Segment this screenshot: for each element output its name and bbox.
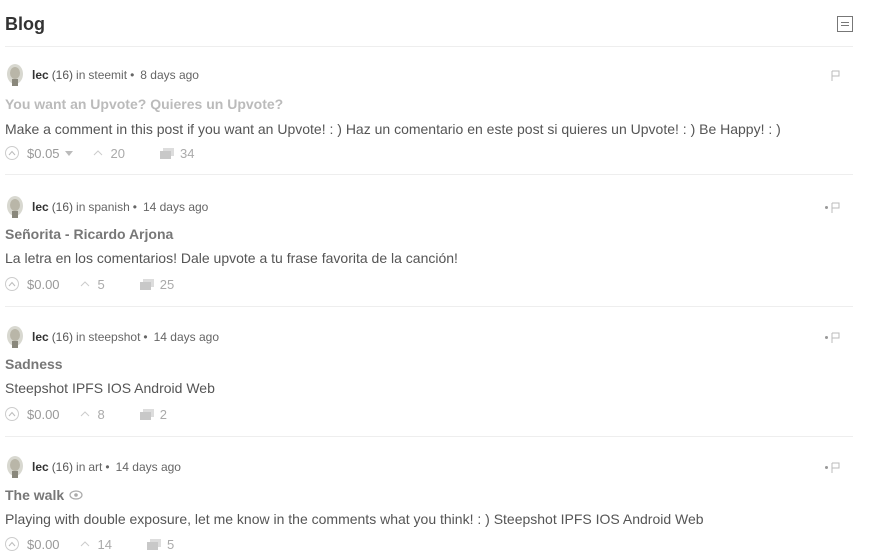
payout-value[interactable]: $0.00 xyxy=(27,407,60,422)
dot-icon xyxy=(825,206,828,209)
author-reputation: (16) xyxy=(51,200,74,214)
post-body[interactable]: Playing with double exposure, let me kno… xyxy=(5,510,704,528)
post-title[interactable]: Señorita - Ricardo Arjona xyxy=(5,225,173,243)
upvote-icon[interactable] xyxy=(5,277,19,291)
blog-header: Blog xyxy=(5,12,853,47)
author-reputation: (16) xyxy=(51,460,74,474)
meta-separator: • xyxy=(105,460,110,474)
comment-icon xyxy=(160,147,175,159)
avatar[interactable] xyxy=(5,326,25,348)
votes-value: 14 xyxy=(97,536,113,552)
meta-separator: • xyxy=(130,68,135,82)
votes-value: 5 xyxy=(97,276,105,292)
author-name[interactable]: lec xyxy=(32,460,49,474)
author-name[interactable]: lec xyxy=(32,68,49,82)
post-title-text[interactable]: You want an Upvote? Quieres un Upvote? xyxy=(5,95,283,113)
comments-value: 25 xyxy=(159,276,175,292)
post-title[interactable]: You want an Upvote? Quieres un Upvote? xyxy=(5,95,283,113)
votes-count[interactable]: 20 xyxy=(93,146,125,161)
post-age[interactable]: 14 days ago xyxy=(154,330,219,344)
post-title-text[interactable]: Sadness xyxy=(5,355,63,373)
eye-icon xyxy=(69,490,83,500)
comments-count[interactable]: 5 xyxy=(147,537,174,552)
post-footer: $0.00 5 25 xyxy=(5,275,174,293)
in-label: in xyxy=(76,460,86,474)
votes-count[interactable]: 14 xyxy=(80,537,112,552)
post-title-text[interactable]: The walk xyxy=(5,486,64,504)
post-item: lec (16) in steepshot • 14 days ago Sadn… xyxy=(5,326,853,437)
post-body[interactable]: Make a comment in this post if you want … xyxy=(5,120,781,138)
chevron-down-icon[interactable] xyxy=(64,150,73,156)
dot-icon xyxy=(825,336,828,339)
post-footer: $0.00 14 5 xyxy=(5,535,174,553)
post-footer: $0.05 20 34 xyxy=(5,144,194,162)
post-meta: lec (16) in spanish • 14 days ago xyxy=(5,196,208,218)
dot-icon xyxy=(825,466,828,469)
post-age[interactable]: 14 days ago xyxy=(116,460,181,474)
comment-icon xyxy=(139,408,154,420)
votes-value: 8 xyxy=(97,406,105,422)
flag-icon[interactable] xyxy=(831,70,841,82)
avatar[interactable] xyxy=(5,456,25,478)
comments-count[interactable]: 25 xyxy=(139,276,175,292)
category-link[interactable]: spanish xyxy=(88,200,129,214)
comments-value: 2 xyxy=(159,406,168,422)
meta-separator: • xyxy=(132,200,137,214)
in-label: in xyxy=(76,200,86,214)
upvote-icon[interactable] xyxy=(5,407,19,421)
post-item: lec (16) in art • 14 days ago The walk P… xyxy=(5,456,853,553)
avatar[interactable] xyxy=(5,196,25,218)
category-link[interactable]: art xyxy=(88,460,102,474)
post-body[interactable]: Steepshot IPFS IOS Android Web xyxy=(5,379,215,397)
flag-icon[interactable] xyxy=(831,202,841,214)
post-title-text[interactable]: Señorita - Ricardo Arjona xyxy=(5,225,173,243)
vote-caret-icon xyxy=(93,150,102,156)
author-reputation: (16) xyxy=(51,68,74,82)
votes-count[interactable]: 8 xyxy=(80,407,105,422)
flag-icon[interactable] xyxy=(831,462,841,474)
comments-count[interactable]: 2 xyxy=(139,406,168,422)
post-meta: lec (16) in steemit • 8 days ago xyxy=(5,64,199,86)
post-item: lec (16) in spanish • 14 days ago Señori… xyxy=(5,196,853,307)
votes-count[interactable]: 5 xyxy=(80,277,105,292)
comments-value: 34 xyxy=(180,145,195,161)
author-name[interactable]: lec xyxy=(32,200,49,214)
category-link[interactable]: steemit xyxy=(88,68,127,82)
post-title[interactable]: The walk xyxy=(5,486,83,504)
post-title[interactable]: Sadness xyxy=(5,355,63,373)
list-layout-icon[interactable] xyxy=(837,16,853,32)
author-name[interactable]: lec xyxy=(32,330,49,344)
post-meta: lec (16) in art • 14 days ago xyxy=(5,456,181,478)
avatar[interactable] xyxy=(5,64,25,86)
post-item: lec (16) in steemit • 8 days ago You wan… xyxy=(5,64,853,175)
post-body[interactable]: La letra en los comentarios! Dale upvote… xyxy=(5,249,458,267)
in-label: in xyxy=(76,68,86,82)
payout-value[interactable]: $0.00 xyxy=(27,537,60,552)
meta-separator: • xyxy=(143,330,148,344)
upvote-icon[interactable] xyxy=(5,537,19,551)
upvote-icon[interactable] xyxy=(5,146,19,160)
post-footer: $0.00 8 2 xyxy=(5,405,167,423)
votes-value: 20 xyxy=(110,145,126,161)
category-link[interactable]: steepshot xyxy=(88,330,140,344)
comment-icon xyxy=(139,278,154,290)
author-reputation: (16) xyxy=(51,330,74,344)
in-label: in xyxy=(76,330,86,344)
payout-value[interactable]: $0.00 xyxy=(27,277,60,292)
post-age[interactable]: 14 days ago xyxy=(143,200,208,214)
post-meta: lec (16) in steepshot • 14 days ago xyxy=(5,326,219,348)
post-age[interactable]: 8 days ago xyxy=(140,68,199,82)
vote-caret-icon xyxy=(80,541,89,547)
comments-count[interactable]: 34 xyxy=(160,146,194,161)
vote-caret-icon xyxy=(80,411,89,417)
comment-icon xyxy=(147,538,162,550)
vote-caret-icon xyxy=(80,281,89,287)
page-title: Blog xyxy=(5,14,45,34)
payout-value[interactable]: $0.05 xyxy=(27,146,60,161)
flag-icon[interactable] xyxy=(831,332,841,344)
comments-value: 5 xyxy=(167,536,175,552)
